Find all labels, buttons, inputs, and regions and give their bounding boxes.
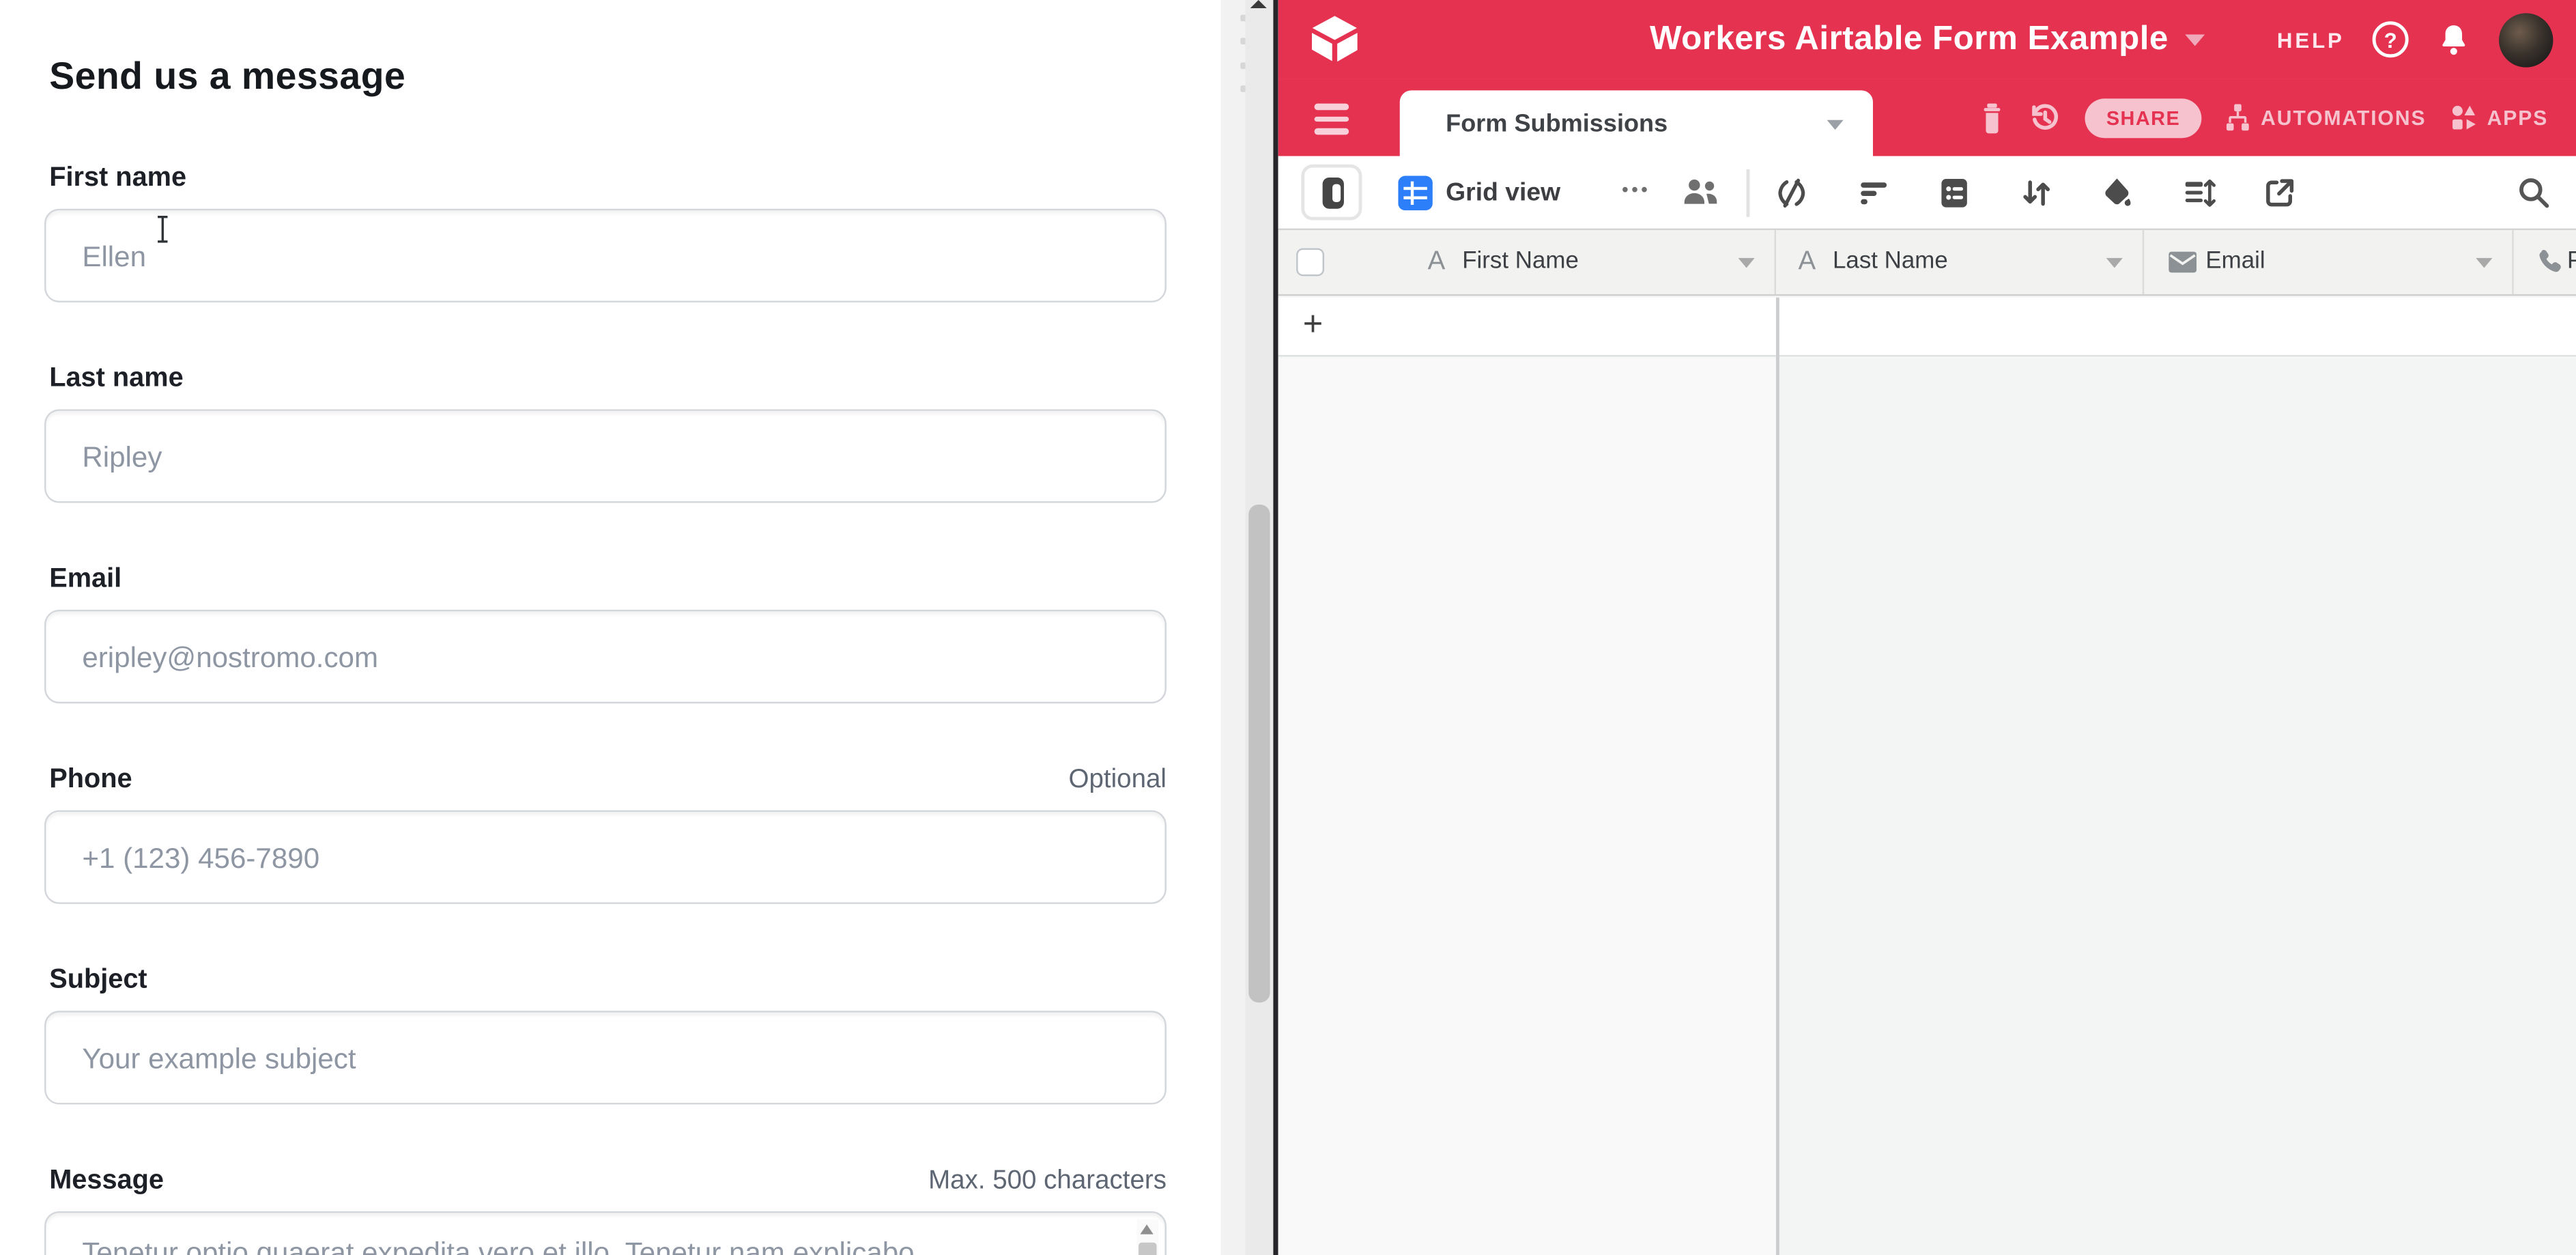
message-scrollbar[interactable]	[1137, 1219, 1158, 1255]
grid-body	[1777, 358, 2576, 1255]
help-question-icon[interactable]: ?	[2373, 21, 2409, 57]
message-text: Tenetur optio quaerat expedita vero et i…	[46, 1213, 1164, 1255]
toolbar-divider	[1747, 169, 1749, 217]
view-toolbar: Grid view •••	[1278, 156, 2576, 230]
form-title: Send us a message	[49, 54, 405, 98]
column-header-first-name[interactable]: A First Name	[1278, 230, 1776, 294]
phone-input[interactable]: +1 (123) 456-7890	[44, 810, 1167, 904]
chevron-down-icon[interactable]	[2106, 258, 2123, 268]
automations-label: AUTOMATIONS	[2261, 106, 2426, 129]
subject-input[interactable]: Your example subject	[44, 1011, 1167, 1104]
toolbar-icon-row	[1751, 156, 2321, 230]
window-divider	[1273, 0, 1278, 1255]
column-name: Last Name	[1833, 230, 1948, 294]
text-cursor-icon	[154, 215, 171, 243]
phone-placeholder: +1 (123) 456-7890	[46, 812, 1164, 904]
row-height-icon[interactable]	[2158, 156, 2239, 230]
subject-placeholder: Your example subject	[46, 1013, 1164, 1105]
apps-shapes-icon	[2449, 104, 2477, 132]
first-name-input[interactable]: Ellen	[44, 209, 1167, 302]
window-scrollbar-thumb[interactable]	[1248, 505, 1270, 1002]
sidebar-toggle-icon	[1323, 178, 1344, 209]
hide-fields-icon[interactable]	[1751, 156, 1833, 230]
phone-optional-hint: Optional	[1069, 766, 1167, 795]
window-scrollbar-track	[1246, 0, 1274, 1255]
help-button[interactable]: HELP	[2277, 27, 2345, 52]
color-fill-icon[interactable]	[2076, 156, 2158, 230]
text-field-icon: A	[1798, 230, 1816, 294]
add-row-plus-icon[interactable]: +	[1303, 298, 1323, 354]
view-sidebar-toggle-button[interactable]	[1301, 165, 1362, 221]
first-name-placeholder: Ellen	[46, 210, 1164, 302]
text-field-icon: A	[1428, 230, 1446, 294]
chevron-down-icon[interactable]	[2476, 258, 2492, 268]
history-icon[interactable]	[2027, 100, 2062, 135]
email-field-icon	[2168, 251, 2196, 272]
column-header-phone[interactable]: Phone	[2516, 230, 2576, 294]
left-window-gutter	[1220, 0, 1273, 1255]
add-row[interactable]: +	[1278, 298, 2576, 357]
column-name: Email	[2205, 230, 2265, 294]
table-tabs-bar: Form Submissions	[1278, 79, 2576, 156]
table-tab-label: Form Submissions	[1446, 90, 1668, 158]
column-header-email[interactable]: Email	[2147, 230, 2514, 294]
last-name-label: Last name	[44, 363, 184, 395]
tab-form-submissions[interactable]: Form Submissions	[1400, 90, 1873, 158]
grid-body-frozen	[1278, 358, 1776, 1255]
column-name: Phone	[2567, 230, 2576, 294]
last-name-placeholder: Ripley	[46, 411, 1164, 503]
notifications-bell-icon[interactable]	[2437, 20, 2472, 58]
message-label: Message	[44, 1166, 164, 1197]
phone-field-icon	[2536, 248, 2562, 274]
trash-icon[interactable]	[1980, 101, 2005, 134]
message-scrollbar-thumb[interactable]	[1139, 1243, 1156, 1255]
column-name: First Name	[1462, 230, 1579, 294]
last-name-input[interactable]: Ripley	[44, 409, 1167, 503]
first-name-label: First name	[44, 163, 186, 194]
tabsbar-right-cluster: SHARE AUTOMATIONS	[1980, 79, 2549, 156]
grid-view-icon	[1398, 176, 1433, 211]
subject-label: Subject	[44, 965, 147, 996]
email-label: Email	[44, 564, 121, 595]
automations-button[interactable]: AUTOMATIONS	[2224, 104, 2426, 132]
automations-flowchart-icon	[2224, 104, 2251, 132]
scrollbar-up-arrow-icon[interactable]	[1250, 0, 1267, 8]
email-input[interactable]: eripley@nostromo.com	[44, 610, 1167, 703]
topbar-right-cluster: HELP ?	[2277, 0, 2553, 79]
airtable-window: Workers Airtable Form Example HELP ? For…	[1278, 0, 2576, 1255]
filter-icon[interactable]	[1833, 156, 1914, 230]
apps-button[interactable]: APPS	[2449, 104, 2548, 132]
contact-form-pane: Send us a message First name Ellen Last …	[0, 0, 1220, 1255]
sort-icon[interactable]	[1995, 156, 2076, 230]
view-name-button[interactable]: Grid view	[1446, 156, 1560, 230]
chevron-down-icon	[1827, 120, 1844, 130]
user-avatar[interactable]	[2499, 12, 2553, 66]
select-all-checkbox[interactable]	[1296, 248, 1324, 276]
chevron-down-icon[interactable]	[1738, 258, 1755, 268]
search-icon[interactable]	[2515, 174, 2551, 210]
apps-label: APPS	[2487, 106, 2549, 129]
base-title: Workers Airtable Form Example	[1650, 20, 2169, 59]
screen: Send us a message First name Ellen Last …	[0, 0, 2576, 1255]
message-textarea[interactable]: Tenetur optio quaerat expedita vero et i…	[44, 1211, 1167, 1255]
grid-column-headers: A First Name A Last Name Email	[1278, 230, 2576, 296]
share-button[interactable]: SHARE	[2085, 98, 2202, 137]
column-header-last-name[interactable]: A Last Name	[1779, 230, 2145, 294]
scroll-up-arrow-icon[interactable]	[1140, 1224, 1153, 1234]
chevron-down-icon	[2185, 33, 2205, 45]
share-view-icon[interactable]	[2239, 156, 2321, 230]
airtable-topbar: Workers Airtable Form Example HELP ?	[1278, 0, 2576, 79]
phone-label: Phone	[44, 764, 132, 795]
email-placeholder: eripley@nostromo.com	[46, 611, 1164, 703]
view-options-ellipsis-button[interactable]: •••	[1607, 156, 1666, 227]
collaborators-icon[interactable]	[1680, 176, 1720, 208]
group-icon[interactable]	[1914, 156, 1995, 230]
message-maxchars-hint: Max. 500 characters	[928, 1167, 1167, 1196]
frozen-column-divider	[1776, 298, 1779, 1255]
menu-hamburger-icon[interactable]	[1315, 104, 1349, 135]
